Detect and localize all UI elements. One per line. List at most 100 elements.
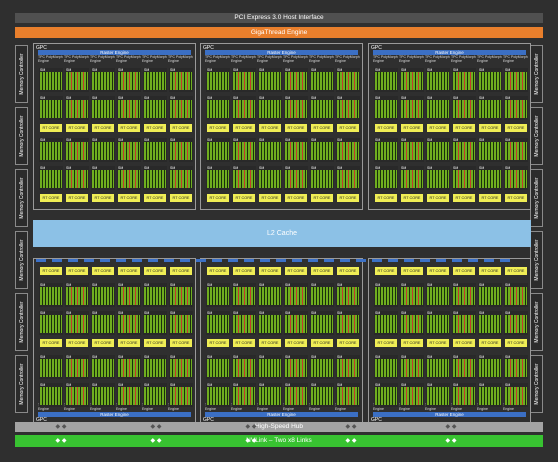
cuda-core-array: [40, 387, 62, 405]
gpc: GPCRaster EngineTPC PolyMorph EngineTPC …: [33, 43, 196, 210]
streaming-multiprocessor: SM: [284, 96, 308, 120]
memory-controller-label: Memory Controller: [533, 53, 540, 95]
cuda-core-array: [427, 287, 449, 305]
streaming-multiprocessor: SM: [284, 311, 308, 335]
streaming-multiprocessor: SM: [426, 383, 450, 407]
rt-core: RT CORE: [375, 339, 397, 347]
cuda-core-array: [337, 72, 359, 90]
streaming-multiprocessor: SM: [284, 68, 308, 92]
crossbar-link: [180, 259, 190, 262]
cuda-core-array: [427, 387, 449, 405]
crossbar-link: [388, 259, 398, 262]
streaming-multiprocessor: SM: [206, 166, 230, 190]
nvlink-port-icon: ◆ ◆: [445, 438, 457, 444]
cuda-core-array: [505, 170, 527, 188]
streaming-multiprocessor: SM: [91, 68, 115, 92]
streaming-multiprocessor: SM: [39, 166, 63, 190]
streaming-multiprocessor: SM: [400, 68, 424, 92]
streaming-multiprocessor: SM: [258, 383, 282, 407]
cuda-core-array: [401, 100, 423, 118]
tpc-header: TPC PolyMorph Engine: [205, 55, 230, 63]
tpc-header-row: TPC PolyMorph EngineTPC PolyMorph Engine…: [373, 55, 528, 63]
cuda-core-array: [144, 100, 166, 118]
cuda-core-array: [375, 387, 397, 405]
streaming-multiprocessor: SM: [258, 166, 282, 190]
crossbar-link: [452, 259, 462, 262]
memory-controller-label: Memory Controller: [533, 115, 540, 157]
cuda-core-array: [453, 315, 475, 333]
gigathread-engine: GigaThread Engine: [15, 27, 543, 38]
tpc-header: TPC PolyMorph Engine: [309, 55, 334, 63]
rt-core: RT CORE: [375, 267, 397, 275]
cuda-core-array: [66, 170, 88, 188]
rt-core: RT CORE: [118, 124, 140, 132]
tpc-header: TPC PolyMorph Engine: [373, 55, 398, 63]
streaming-multiprocessor: SM: [374, 383, 398, 407]
cuda-core-array: [259, 170, 281, 188]
rt-core: RT CORE: [66, 339, 88, 347]
streaming-multiprocessor: SM: [400, 383, 424, 407]
crossbar-link: [404, 259, 414, 262]
cuda-core-array: [233, 142, 255, 160]
cuda-core-array: [285, 315, 307, 333]
cuda-core-array: [337, 100, 359, 118]
rt-core: RT CORE: [118, 194, 140, 202]
rt-core: RT CORE: [479, 339, 501, 347]
streaming-multiprocessor: SM: [310, 355, 334, 379]
cuda-core-array: [233, 359, 255, 377]
tpc-header: TPC PolyMorph Engine: [451, 55, 476, 63]
rt-core: RT CORE: [479, 194, 501, 202]
streaming-multiprocessor: SM: [169, 311, 193, 335]
cuda-core-array: [375, 287, 397, 305]
rt-core: RT CORE: [144, 267, 166, 275]
cuda-core-array: [285, 359, 307, 377]
cuda-core-array: [401, 387, 423, 405]
streaming-multiprocessor: SM: [374, 96, 398, 120]
streaming-multiprocessor: SM: [478, 68, 502, 92]
streaming-multiprocessor: SM: [39, 355, 63, 379]
rt-core: RT CORE: [40, 124, 62, 132]
streaming-multiprocessor: SM: [65, 383, 89, 407]
streaming-multiprocessor: SM: [143, 68, 167, 92]
streaming-multiprocessor: SM: [232, 311, 256, 335]
streaming-multiprocessor: SM: [478, 355, 502, 379]
cuda-core-array: [311, 387, 333, 405]
cuda-core-array: [479, 72, 501, 90]
streaming-multiprocessor: SM: [374, 68, 398, 92]
cuda-core-array: [285, 387, 307, 405]
cuda-core-array: [479, 387, 501, 405]
rt-core: RT CORE: [92, 339, 114, 347]
streaming-multiprocessor: SM: [426, 166, 450, 190]
streaming-multiprocessor: SM: [426, 311, 450, 335]
streaming-multiprocessor: SM: [284, 355, 308, 379]
rt-core: RT CORE: [170, 194, 192, 202]
memory-controller: Memory Controller: [15, 231, 28, 289]
tpc-header: TPC PolyMorph Engine: [116, 55, 141, 63]
streaming-multiprocessor: SM: [504, 283, 528, 307]
streaming-multiprocessor: SM: [91, 96, 115, 120]
cuda-core-array: [285, 287, 307, 305]
memory-controller-label: Memory Controller: [18, 239, 25, 281]
cuda-core-array: [233, 315, 255, 333]
cuda-core-array: [92, 100, 114, 118]
streaming-multiprocessor: SM: [91, 383, 115, 407]
cuda-core-array: [505, 315, 527, 333]
tpc-header: TPC PolyMorph Engine: [477, 55, 502, 63]
rt-core: RT CORE: [207, 124, 229, 132]
crossbar-link: [100, 259, 110, 262]
streaming-multiprocessor: SM: [452, 283, 476, 307]
streaming-multiprocessor: SM: [91, 311, 115, 335]
streaming-multiprocessor: SM: [452, 138, 476, 162]
tpc-header: TPC PolyMorph Engine: [257, 55, 282, 63]
streaming-multiprocessor: SM: [117, 166, 141, 190]
gpu-block-diagram: PCI Express 3.0 Host Interface GigaThrea…: [3, 3, 555, 459]
rt-core: RT CORE: [170, 124, 192, 132]
rt-core: RT CORE: [207, 194, 229, 202]
streaming-multiprocessor: SM: [206, 283, 230, 307]
tpc-header: TPC PolyMorph Engine: [283, 55, 308, 63]
cuda-core-array: [285, 72, 307, 90]
cuda-core-array: [259, 359, 281, 377]
rt-core: RT CORE: [427, 194, 449, 202]
streaming-multiprocessor: SM: [258, 68, 282, 92]
rt-core: RT CORE: [505, 124, 527, 132]
